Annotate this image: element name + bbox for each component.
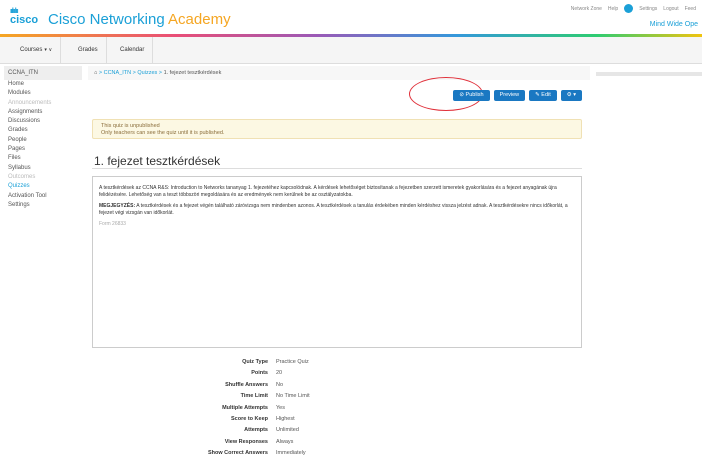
- property-value: Highest: [276, 415, 295, 422]
- property-label: Quiz Type: [242, 359, 268, 365]
- top-links: Network Zone Help Settings Logout Feed: [571, 4, 696, 13]
- property-row: Attempts Unlimited: [88, 425, 488, 436]
- gear-icon: ⚙: [566, 92, 572, 98]
- unpublished-notice: This quiz is unpublished Only teachers c…: [92, 119, 582, 139]
- sidebar-course-name[interactable]: CCNA_ITN: [4, 66, 82, 80]
- property-label: Shuffle Answers: [225, 381, 268, 388]
- sidebar-item-discussions[interactable]: Discussions: [4, 117, 82, 126]
- chevron-down-icon: ∨: [48, 47, 53, 53]
- nav-courses-label: Courses: [20, 47, 43, 53]
- edit-button[interactable]: ✎ Edit: [529, 90, 557, 101]
- main-content: ⌂ > CCNA_ITN > Quizzes > 1. fejezet tesz…: [88, 66, 590, 456]
- preview-button[interactable]: Preview: [493, 90, 526, 101]
- property-label: Attempts: [244, 427, 268, 434]
- nav-grades[interactable]: Grades: [70, 37, 107, 63]
- sidebar-item-grades[interactable]: Grades: [4, 126, 82, 135]
- top-link-settings[interactable]: Settings: [639, 6, 657, 12]
- chevron-down-icon: ▾: [573, 92, 576, 98]
- property-row: Multiple Attempts Yes: [88, 403, 488, 414]
- property-label: Score to Keep: [231, 415, 268, 422]
- property-label: Time Limit: [240, 393, 268, 400]
- note-text: A tesztkérdések és a fejezet végén talál…: [99, 203, 568, 216]
- property-value: 20: [276, 370, 283, 377]
- top-link-logout[interactable]: Logout: [663, 6, 678, 12]
- form-id: Form 26833: [99, 221, 126, 227]
- property-row: Time Limit No Time Limit: [88, 391, 488, 402]
- chevron-down-icon: ▾: [44, 47, 47, 53]
- breadcrumb: ⌂ > CCNA_ITN > Quizzes > 1. fejezet tesz…: [88, 66, 590, 80]
- property-label: Multiple Attempts: [222, 404, 268, 411]
- top-link-help[interactable]: Help: [608, 6, 618, 12]
- sidebar-item-people[interactable]: People: [4, 136, 82, 145]
- property-value: Unlimited: [276, 427, 299, 434]
- sidebar-item-home[interactable]: Home: [4, 80, 82, 89]
- description-paragraph-2: MEGJEGYZÉS: A tesztkérdések és a fejezet…: [99, 203, 575, 217]
- settings-menu-button[interactable]: ⚙ ▾: [560, 90, 582, 101]
- sidebar-item-activation-tool[interactable]: Activation Tool: [4, 192, 82, 201]
- note-label: MEGJEGYZÉS:: [99, 203, 136, 209]
- property-row: Quiz Type Practice Quiz: [88, 357, 488, 368]
- user-avatar-icon[interactable]: [624, 4, 634, 13]
- property-label: View Responses: [224, 438, 268, 445]
- sidebar-item-quizzes[interactable]: Quizzes: [4, 182, 82, 191]
- cisco-logo[interactable]: ıılıılıı cisco: [10, 8, 38, 26]
- property-label: Points: [251, 370, 268, 377]
- home-icon[interactable]: ⌂: [94, 70, 97, 76]
- nav-calendar[interactable]: Calendar: [112, 37, 154, 63]
- property-row: Score to Keep Highest: [88, 414, 488, 425]
- pencil-icon: ✎: [535, 92, 540, 98]
- property-row: View Responses Always: [88, 437, 488, 448]
- top-link-network-zone[interactable]: Network Zone: [571, 6, 602, 12]
- edit-label: Edit: [541, 92, 551, 98]
- title-divider: [92, 168, 582, 169]
- top-link-feed[interactable]: Feed: [685, 6, 696, 12]
- top-header: ıılıılıı cisco Cisco Networking Academy …: [0, 0, 702, 34]
- property-row: Points 20: [88, 368, 488, 379]
- description-paragraph-1: A tesztkérdések az CCNA R&S: Introductio…: [99, 185, 557, 198]
- sidebar-item-files[interactable]: Files: [4, 154, 82, 163]
- sidebar-item-modules[interactable]: Modules: [4, 89, 82, 98]
- sidebar-item-announcements[interactable]: Announcements: [4, 99, 82, 108]
- quiz-properties: Quiz Type Practice Quiz Points 20 Shuffle An…: [88, 357, 488, 460]
- nav-courses[interactable]: Courses ▾ ∨: [12, 37, 62, 63]
- right-panel-strip: [596, 72, 702, 76]
- breadcrumb-current: 1. fejezet tesztkérdések: [163, 70, 222, 76]
- property-label: Show Correct Answers: [207, 450, 268, 457]
- property-value: No: [276, 381, 284, 388]
- publish-button[interactable]: ⊘ Publish: [453, 90, 490, 101]
- property-value: Yes: [276, 404, 285, 411]
- brand-suffix: Academy: [168, 11, 231, 28]
- notice-line-2: Only teachers can see the quiz until it …: [101, 129, 225, 136]
- property-value: No Time Limit: [276, 393, 310, 400]
- property-row: Shuffle Answers No: [88, 380, 488, 391]
- sidebar-items: Home Modules Announcements Assignments Discu…: [4, 80, 82, 210]
- logo-text: cisco: [10, 14, 39, 26]
- sidebar-item-settings[interactable]: Settings: [4, 201, 82, 210]
- sidebar-item-syllabus[interactable]: Syllabus: [4, 164, 82, 173]
- page-title: 1. fejezet tesztkérdések: [94, 154, 221, 168]
- property-value: Always: [276, 438, 294, 445]
- course-navbar: Courses ▾ ∨ Grades Calendar: [0, 37, 702, 64]
- quiz-toolbar: ⊘ Publish Preview ✎ Edit ⚙ ▾: [453, 90, 582, 101]
- property-value: Immediately: [276, 450, 306, 457]
- sidebar-item-pages[interactable]: Pages: [4, 145, 82, 154]
- brand-title: Cisco Networking Academy: [48, 11, 231, 28]
- quiz-description: A tesztkérdések az CCNA R&S: Introductio…: [92, 176, 582, 348]
- sidebar-item-outcomes[interactable]: Outcomes: [4, 173, 82, 182]
- breadcrumb-course[interactable]: CCNA_ITN: [104, 70, 132, 76]
- brand-prefix: Cisco Networking: [48, 11, 169, 28]
- breadcrumb-quizzes[interactable]: Quizzes: [137, 70, 157, 76]
- property-value: Practice Quiz: [276, 359, 309, 365]
- sidebar-item-assignments[interactable]: Assignments: [4, 108, 82, 117]
- publish-label: Publish: [465, 92, 484, 98]
- publish-icon: ⊘: [459, 92, 464, 98]
- mind-wide-tagline: Mind Wide Ope: [649, 21, 698, 28]
- course-sidebar: CCNA_ITN Home Modules Announcements Assignm…: [4, 66, 82, 210]
- property-row: Show Correct Answers Immediately: [88, 448, 488, 459]
